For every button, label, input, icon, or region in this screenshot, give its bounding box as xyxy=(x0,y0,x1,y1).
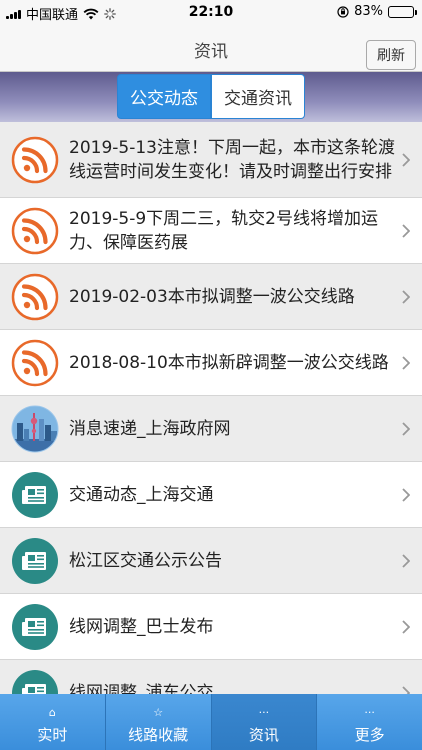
newspaper-icon xyxy=(12,471,58,518)
tab-bar: ⌂ 实时 ☆ 线路收藏 ··· 资讯 ··· 更多 xyxy=(0,694,422,750)
chevron-right-icon xyxy=(402,487,410,502)
tab-more[interactable]: ··· 更多 xyxy=(317,694,422,750)
rss-icon xyxy=(11,273,59,320)
segment-bus-news[interactable]: 公交动态 xyxy=(117,74,211,119)
tab-label: 更多 xyxy=(354,726,385,744)
chevron-right-icon xyxy=(402,355,410,370)
ellipsis-icon: ··· xyxy=(364,706,375,719)
newspaper-icon xyxy=(12,537,58,584)
chevron-right-icon xyxy=(402,421,410,436)
tab-favorites[interactable]: ☆ 线路收藏 xyxy=(105,694,212,750)
rss-icon xyxy=(11,136,59,183)
chevron-right-icon xyxy=(402,619,410,634)
list-item[interactable]: 线网调整_浦东公交 xyxy=(0,660,422,694)
page-title: 资讯 xyxy=(194,42,228,62)
tab-label: 资讯 xyxy=(248,726,279,744)
battery-icon xyxy=(388,5,417,18)
segment-header: 公交动态 交通资讯 xyxy=(0,72,422,122)
star-icon: ☆ xyxy=(153,706,164,719)
chevron-right-icon xyxy=(402,553,410,568)
list-item[interactable]: 2019-02-03本市拟调整一波公交线路 xyxy=(0,264,422,330)
chevron-right-icon xyxy=(402,289,410,304)
list-item-title: 线网调整_浦东公交 xyxy=(69,682,214,695)
list-item-title: 2019-5-13注意！下周一起，本市这条轮渡线运营时间发生变化！请及时调整出行… xyxy=(69,137,395,182)
list-item-title: 交通动态_上海交通 xyxy=(69,484,214,505)
tab-news[interactable]: ··· 资讯 xyxy=(211,694,318,750)
newspaper-icon xyxy=(12,669,58,694)
list-item-title: 消息速递_上海政府网 xyxy=(69,418,231,439)
ellipsis-icon: ··· xyxy=(258,706,270,719)
list-item[interactable]: 2019-5-13注意！下周一起，本市这条轮渡线运营时间发生变化！请及时调整出行… xyxy=(0,122,422,198)
newspaper-icon xyxy=(12,603,58,650)
nav-bar: 资讯 刷新 xyxy=(0,24,422,72)
chevron-right-icon xyxy=(402,685,410,694)
segmented-control: 公交动态 交通资讯 xyxy=(117,74,305,119)
list-item-title: 松江区交通公示公告 xyxy=(69,550,222,571)
chevron-right-icon xyxy=(402,152,410,167)
list-item[interactable]: 2019-5-9下周二三，轨交2号线将增加运力、保障医药展 xyxy=(0,198,422,264)
list-item-title: 2018-08-10本市拟新辟调整一波公交线路 xyxy=(69,352,389,373)
battery-percent: 83% xyxy=(354,4,383,19)
list-item-title: 2019-02-03本市拟调整一波公交线路 xyxy=(69,286,355,307)
list-item[interactable]: 消息速递_上海政府网 xyxy=(0,396,422,462)
tab-label: 实时 xyxy=(37,726,68,744)
list-item[interactable]: 线网调整_巴士发布 xyxy=(0,594,422,660)
list-item[interactable]: 松江区交通公示公告 xyxy=(0,528,422,594)
list-item-title: 线网调整_巴士发布 xyxy=(69,616,214,637)
rss-icon xyxy=(11,207,59,254)
shanghai-skyline-icon xyxy=(11,405,59,452)
list-item[interactable]: 交通动态_上海交通 xyxy=(0,462,422,528)
refresh-button[interactable]: 刷新 xyxy=(366,40,416,70)
tab-realtime[interactable]: ⌂ 实时 xyxy=(0,694,106,750)
list-item[interactable]: 2018-08-10本市拟新辟调整一波公交线路 xyxy=(0,330,422,396)
rss-icon xyxy=(11,339,59,386)
list-item-title: 2019-5-9下周二三，轨交2号线将增加运力、保障医药展 xyxy=(69,208,378,253)
rotation-lock-icon xyxy=(337,5,349,18)
chevron-right-icon xyxy=(402,223,410,238)
status-bar: 中国联通 22:10 83% xyxy=(0,0,422,24)
home-icon: ⌂ xyxy=(48,706,56,719)
status-right: 83% xyxy=(337,4,417,19)
tab-label: 线路收藏 xyxy=(128,726,189,744)
segment-traffic-info[interactable]: 交通资讯 xyxy=(211,74,305,119)
news-list: 2019-5-13注意！下周一起，本市这条轮渡线运营时间发生变化！请及时调整出行… xyxy=(0,122,422,694)
